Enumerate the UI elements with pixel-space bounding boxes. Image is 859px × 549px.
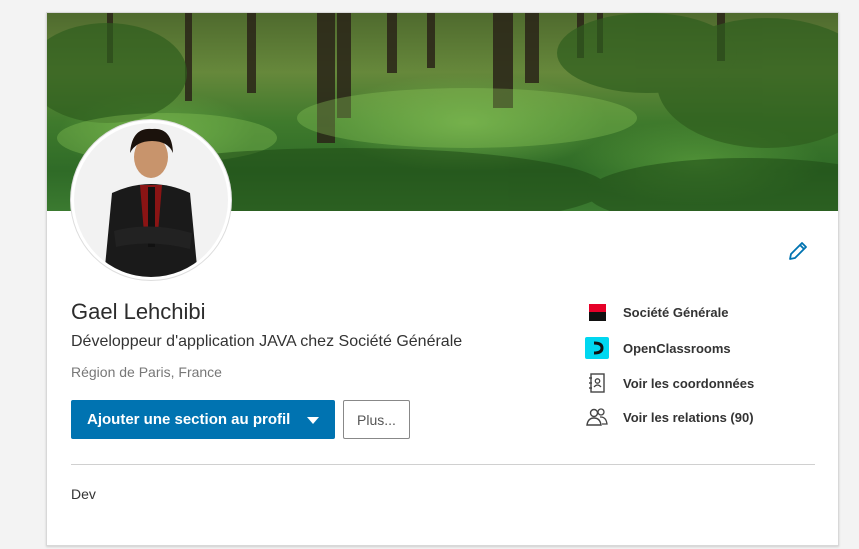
section-divider <box>71 464 815 465</box>
chevron-down-icon <box>307 417 319 424</box>
contact-info-label: Voir les coordonnées <box>623 375 755 391</box>
profile-photo[interactable] <box>71 120 231 280</box>
profile-summary: Dev <box>71 486 96 502</box>
add-profile-section-label: Ajouter une section au profil <box>87 411 291 428</box>
connections-link[interactable]: Voir les relations (90) <box>585 405 754 429</box>
company-label: Société Générale <box>623 304 729 320</box>
people-icon <box>585 405 609 429</box>
profile-card: Gael Lehchibi Développeur d'application … <box>46 12 839 546</box>
connections-label: Voir les relations (90) <box>623 409 754 425</box>
profile-headline: Développeur d'application JAVA chez Soci… <box>71 333 463 350</box>
societe-generale-logo-icon <box>585 300 609 324</box>
school-link-openclassrooms[interactable]: OpenClassrooms <box>585 336 731 360</box>
openclassrooms-logo-icon <box>585 336 609 360</box>
school-label: OpenClassrooms <box>623 340 731 356</box>
contact-info-link[interactable]: Voir les coordonnées <box>585 371 754 395</box>
profile-name: Gael Lehchibi <box>71 299 206 324</box>
profile-location: Région de Paris, France <box>71 364 222 380</box>
more-button[interactable]: Plus... <box>343 400 410 439</box>
contact-card-icon <box>585 371 609 395</box>
add-profile-section-button[interactable]: Ajouter une section au profil <box>71 400 335 439</box>
edit-profile-pencil-icon[interactable] <box>785 239 811 265</box>
company-link-societe-generale[interactable]: Société Générale <box>585 300 729 324</box>
